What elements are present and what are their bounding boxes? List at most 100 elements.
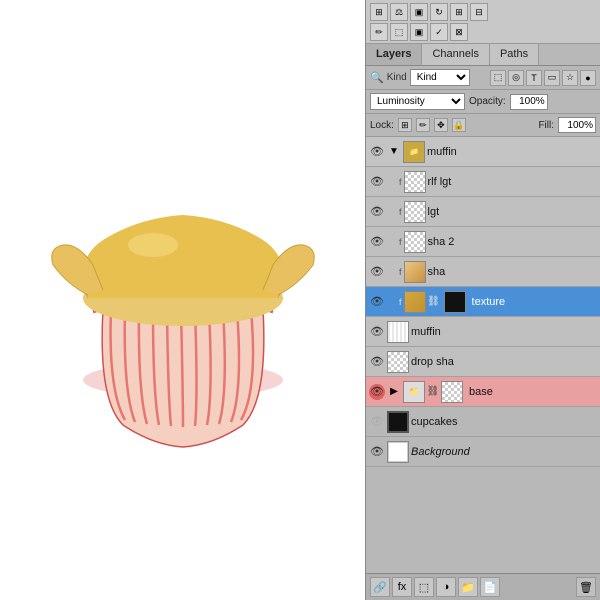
chain-base: ⛓	[427, 386, 439, 398]
lock-brush-icon[interactable]: ✏	[416, 118, 430, 132]
layer-name-sha: sha	[428, 266, 597, 278]
toolbar-icon-5[interactable]: ⊞	[450, 3, 468, 21]
filter-shape-icon[interactable]: ▭	[544, 70, 560, 86]
toolbar-icon-3[interactable]: ▣	[410, 3, 428, 21]
toolbar-icon-11[interactable]: ⊠	[450, 23, 468, 41]
layer-name-texture: texture	[472, 296, 597, 308]
filter-icons: ⬚ ◎ T ▭ ☆ ●	[490, 70, 596, 86]
thumb-muffin	[387, 321, 409, 343]
thumb-texture	[404, 291, 426, 313]
layer-lgt[interactable]: 👁 f lgt	[366, 197, 600, 227]
eye-lgt[interactable]: 👁	[369, 204, 385, 220]
layer-drop-sha[interactable]: 👁 drop sha	[366, 347, 600, 377]
lock-row: Lock: ⊞ ✏ ✥ 🔒 Fill:	[366, 114, 600, 137]
layer-sha2[interactable]: 👁 f sha 2	[366, 227, 600, 257]
filter-select[interactable]: Kind	[410, 69, 470, 86]
fx-rlf-lgt: f	[399, 177, 402, 187]
layer-name-drop-sha: drop sha	[411, 356, 597, 368]
lock-all-icon[interactable]: 🔒	[452, 118, 466, 132]
tab-channels[interactable]: Channels	[422, 44, 489, 65]
layer-name-sha2: sha 2	[428, 236, 597, 248]
eye-cupcakes[interactable]: 👁	[369, 414, 385, 430]
layer-name-base: base	[469, 386, 597, 398]
toolbar-icon-1[interactable]: ⊞	[370, 3, 388, 21]
layers-list: 👁 ▼ 📁 muffin 👁 f rlf lgt 👁 f	[366, 137, 600, 573]
layer-name-background: Background	[411, 446, 597, 458]
layers-panel: ⊞ ⚖ ▣ ↻ ⊞ ⊟ ✏ ⬚ ▣ ✓ ⊠ Layers Channels Pa…	[365, 0, 600, 600]
filter-pixel-icon[interactable]: ⬚	[490, 70, 506, 86]
thumb-lgt	[404, 201, 426, 223]
eye-sha[interactable]: 👁	[369, 264, 385, 280]
eye-background[interactable]: 👁	[369, 444, 385, 460]
thumb-base: 📁	[403, 381, 425, 403]
eye-base[interactable]: 👁	[369, 384, 385, 400]
layer-rlf-lgt[interactable]: 👁 f rlf lgt	[366, 167, 600, 197]
layer-name-muffin-group: muffin	[427, 146, 597, 158]
layer-sha[interactable]: 👁 f sha	[366, 257, 600, 287]
layer-name-cupcakes: cupcakes	[411, 416, 597, 428]
eye-muffin-group[interactable]: 👁	[369, 144, 385, 160]
toolbar-icon-4[interactable]: ↻	[430, 3, 448, 21]
new-layer-icon[interactable]: 📄	[480, 577, 500, 597]
eye-texture[interactable]: 👁	[369, 294, 385, 310]
fill-input[interactable]	[558, 117, 596, 133]
layer-texture[interactable]: 👁 f ⛓ texture	[366, 287, 600, 317]
blend-row: Luminosity Opacity:	[366, 90, 600, 114]
layer-muffin[interactable]: 👁 muffin	[366, 317, 600, 347]
lock-checkerboard-icon[interactable]: ⊞	[398, 118, 412, 132]
toolbar-icon-9[interactable]: ▣	[410, 23, 428, 41]
filter-smart-icon[interactable]: ☆	[562, 70, 578, 86]
opacity-input[interactable]	[510, 94, 548, 110]
folder-arrow-muffin[interactable]: ▼	[387, 145, 401, 159]
layer-base[interactable]: 👁 ▶ 📁 ⛓ base	[366, 377, 600, 407]
delete-layer-icon[interactable]: 🗑	[576, 577, 596, 597]
lock-move-icon[interactable]: ✥	[434, 118, 448, 132]
layer-name-lgt: lgt	[428, 206, 597, 218]
adjustment-icon[interactable]: ◑	[436, 577, 456, 597]
filter-row: 🔍 Kind Kind ⬚ ◎ T ▭ ☆ ●	[366, 66, 600, 90]
layer-name-rlf-lgt: rlf lgt	[428, 176, 597, 188]
tab-paths[interactable]: Paths	[490, 44, 539, 65]
group-icon[interactable]: 📁	[458, 577, 478, 597]
eye-rlf-lgt[interactable]: 👁	[369, 174, 385, 190]
thumb-sha2	[404, 231, 426, 253]
fx-texture: f	[399, 297, 402, 307]
eye-drop-sha[interactable]: 👁	[369, 354, 385, 370]
layer-cupcakes[interactable]: 👁 cupcakes	[366, 407, 600, 437]
tabs-row: Layers Channels Paths	[366, 44, 600, 66]
toolbar-icon-6[interactable]: ⊟	[470, 3, 488, 21]
layer-muffin-group[interactable]: 👁 ▼ 📁 muffin	[366, 137, 600, 167]
toolbar-row-1: ⊞ ⚖ ▣ ↻ ⊞ ⊟	[370, 3, 596, 21]
toolbar-icon-8[interactable]: ⬚	[390, 23, 408, 41]
fx-sha: f	[399, 267, 402, 277]
filter-label: Kind	[387, 72, 407, 83]
thumb-texture-mask	[444, 291, 466, 313]
toolbar-icon-7[interactable]: ✏	[370, 23, 388, 41]
cupcake-image	[43, 140, 323, 460]
lock-label: Lock:	[370, 120, 394, 131]
thumb-sha	[404, 261, 426, 283]
thumb-cupcakes	[387, 411, 409, 433]
toolbar-icon-2[interactable]: ⚖	[390, 3, 408, 21]
blend-mode-select[interactable]: Luminosity	[370, 93, 465, 110]
toolbar-icon-10[interactable]: ✓	[430, 23, 448, 41]
thumb-drop-sha	[387, 351, 409, 373]
layer-background[interactable]: 👁 Background	[366, 437, 600, 467]
eye-sha2[interactable]: 👁	[369, 234, 385, 250]
mask-icon[interactable]: ⬚	[414, 577, 434, 597]
fx-sha2: f	[399, 237, 402, 247]
fx-icon[interactable]: fx	[392, 577, 412, 597]
toolbar-row-2: ✏ ⬚ ▣ ✓ ⊠	[370, 23, 596, 41]
thumb-rlf-lgt	[404, 171, 426, 193]
top-toolbar: ⊞ ⚖ ▣ ↻ ⊞ ⊟ ✏ ⬚ ▣ ✓ ⊠	[366, 0, 600, 44]
eye-muffin[interactable]: 👁	[369, 324, 385, 340]
link-icon[interactable]: 🔗	[370, 577, 390, 597]
filter-toggle[interactable]: ●	[580, 70, 596, 86]
filter-type-icon[interactable]: T	[526, 70, 542, 86]
filter-adj-icon[interactable]: ◎	[508, 70, 524, 86]
fill-label: Fill:	[538, 120, 554, 131]
folder-arrow-base[interactable]: ▶	[387, 385, 401, 399]
tab-layers[interactable]: Layers	[366, 44, 422, 65]
fx-lgt: f	[399, 207, 402, 217]
canvas-area	[0, 0, 365, 600]
